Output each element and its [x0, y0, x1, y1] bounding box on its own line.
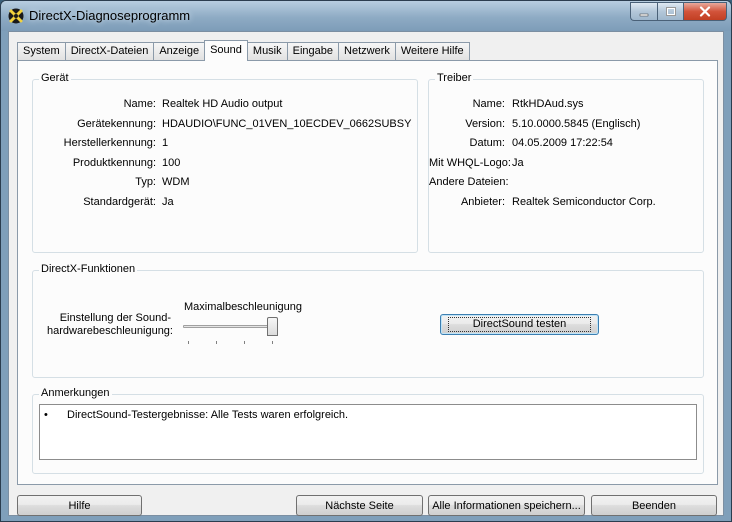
accel-slider-tick: [244, 341, 245, 344]
exit-button-label: Beenden: [631, 499, 677, 512]
provider-label: Anbieter:: [460, 196, 505, 208]
save-all-info-button[interactable]: Alle Informationen speichern...: [428, 495, 585, 516]
driver-date-value: 04.05.2009 17:22:54: [512, 137, 613, 149]
driver-group-title: Treiber: [435, 72, 474, 84]
help-button-label: Hilfe: [68, 499, 91, 512]
tab-display[interactable]: Anzeige: [153, 42, 206, 61]
type-value: WDM: [162, 176, 190, 188]
minimize-button[interactable]: [630, 2, 657, 21]
driver-version-value: 5.10.0000.5845 (Englisch): [512, 118, 641, 130]
next-page-button-label: Nächste Seite: [325, 499, 394, 512]
accel-slider-thumb[interactable]: [266, 317, 278, 336]
directx-app-icon: [8, 8, 24, 24]
notes-textbox[interactable]: • DirectSound-Testergebnisse: Alle Tests…: [39, 404, 697, 460]
help-button[interactable]: Hilfe: [17, 495, 142, 516]
device-id-value: HDAUDIO\FUNC_01VEN_10ECDEV_0662SUBSYS_1: [162, 118, 412, 130]
default-device-label: Standardgerät:: [83, 196, 156, 208]
type-label: Typ:: [135, 176, 156, 188]
notes-item-text: DirectSound-Testergebnisse: Alle Tests w…: [67, 409, 349, 421]
tab-strip: System DirectX-Dateien Anzeige Sound Mus…: [17, 40, 470, 61]
directx-features-group: DirectX-Funktionen Einstellung der Sound…: [32, 263, 704, 378]
driver-name-label: Name:: [472, 98, 505, 110]
vendor-id-value: 1: [162, 137, 169, 149]
close-button[interactable]: [683, 2, 727, 21]
device-name-label: Name:: [123, 98, 156, 110]
device-id-label: Gerätekennung:: [77, 118, 156, 130]
tab-network[interactable]: Netzwerk: [338, 42, 396, 61]
device-row-type: Typ: WDM: [33, 176, 419, 190]
driver-row-other-files: Andere Dateien:: [429, 176, 705, 190]
device-name-value: Realtek HD Audio output: [162, 98, 283, 110]
driver-row-version: Version: 5.10.0000.5845 (Englisch): [429, 118, 705, 132]
directsound-test-button[interactable]: DirectSound testen: [440, 314, 599, 335]
maximize-icon: [665, 6, 676, 16]
caption-buttons: [630, 2, 727, 22]
sound-tab-panel: Gerät Name: Realtek HD Audio output Gerä…: [17, 60, 718, 485]
device-row-id: Gerätekennung: HDAUDIO\FUNC_01VEN_10ECDE…: [33, 118, 419, 132]
tab-music[interactable]: Musik: [246, 42, 288, 61]
exit-button[interactable]: Beenden: [591, 495, 717, 516]
accel-slider-tick: [272, 341, 273, 344]
default-device-value: Ja: [162, 196, 174, 208]
hw-accel-label: Einstellung der Sound- hardwarebeschleun…: [47, 312, 173, 338]
device-row-name: Name: Realtek HD Audio output: [33, 98, 419, 112]
device-group-title: Gerät: [39, 72, 71, 84]
driver-date-label: Datum:: [469, 137, 505, 149]
dialog-client-area: System DirectX-Dateien Anzeige Sound Mus…: [8, 31, 724, 516]
product-id-label: Produktkennung:: [72, 157, 156, 169]
next-page-button[interactable]: Nächste Seite: [296, 495, 423, 516]
hw-accel-label-line2: hardwarebeschleunigung:: [47, 325, 173, 337]
driver-row-name: Name: RtkHDAud.sys: [429, 98, 705, 112]
save-all-info-button-label: Alle Informationen speichern...: [432, 499, 581, 512]
accel-slider-tick: [216, 341, 217, 344]
whql-value: Ja: [512, 157, 524, 169]
directx-features-title: DirectX-Funktionen: [39, 263, 138, 275]
tab-input[interactable]: Eingabe: [286, 42, 340, 61]
device-row-vendor: Herstellerkennung: 1: [33, 137, 419, 151]
notes-item: • DirectSound-Testergebnisse: Alle Tests…: [44, 409, 348, 421]
minimize-icon: [639, 13, 649, 16]
vendor-id-label: Herstellerkennung:: [63, 137, 156, 149]
maximize-button[interactable]: [657, 2, 683, 21]
driver-row-whql: Mit WHQL-Logo: Ja: [429, 157, 705, 171]
driver-row-provider: Anbieter: Realtek Semiconductor Corp.: [429, 196, 705, 210]
other-files-label: Andere Dateien:: [429, 176, 509, 188]
whql-label: Mit WHQL-Logo:: [429, 157, 511, 169]
dxdiag-window: DirectX-Diagnoseprogramm System DirectX-…: [0, 0, 732, 522]
tab-system[interactable]: System: [17, 42, 66, 61]
driver-group: Treiber Name: RtkHDAud.sys Version: 5.10…: [428, 72, 705, 253]
directsound-test-label: DirectSound testen: [447, 317, 592, 332]
provider-value: Realtek Semiconductor Corp.: [512, 196, 656, 208]
accel-slider-tick: [188, 341, 189, 344]
title-bar[interactable]: DirectX-Diagnoseprogramm: [1, 1, 731, 31]
hw-accel-label-line1: Einstellung der Sound-: [59, 312, 171, 324]
tab-more-help[interactable]: Weitere Hilfe: [394, 42, 470, 61]
tab-sound[interactable]: Sound: [204, 40, 248, 61]
notes-title: Anmerkungen: [39, 387, 112, 399]
device-row-product: Produktkennung: 100: [33, 157, 419, 171]
bullet-icon: •: [44, 409, 48, 421]
accel-slider-track: [183, 325, 277, 328]
driver-row-date: Datum: 04.05.2009 17:22:54: [429, 137, 705, 151]
close-icon: [699, 6, 711, 17]
driver-name-value: RtkHDAud.sys: [512, 98, 584, 110]
device-group: Gerät Name: Realtek HD Audio output Gerä…: [32, 72, 419, 253]
accel-level-text: Maximalbeschleunigung: [184, 301, 303, 313]
notes-group: Anmerkungen • DirectSound-Testergebnisse…: [32, 387, 704, 474]
product-id-value: 100: [162, 157, 181, 169]
device-row-default: Standardgerät: Ja: [33, 196, 419, 210]
tab-directx-files[interactable]: DirectX-Dateien: [64, 42, 155, 61]
window-title: DirectX-Diagnoseprogramm: [29, 8, 191, 23]
accel-slider[interactable]: [183, 317, 278, 347]
driver-version-label: Version:: [465, 118, 505, 130]
